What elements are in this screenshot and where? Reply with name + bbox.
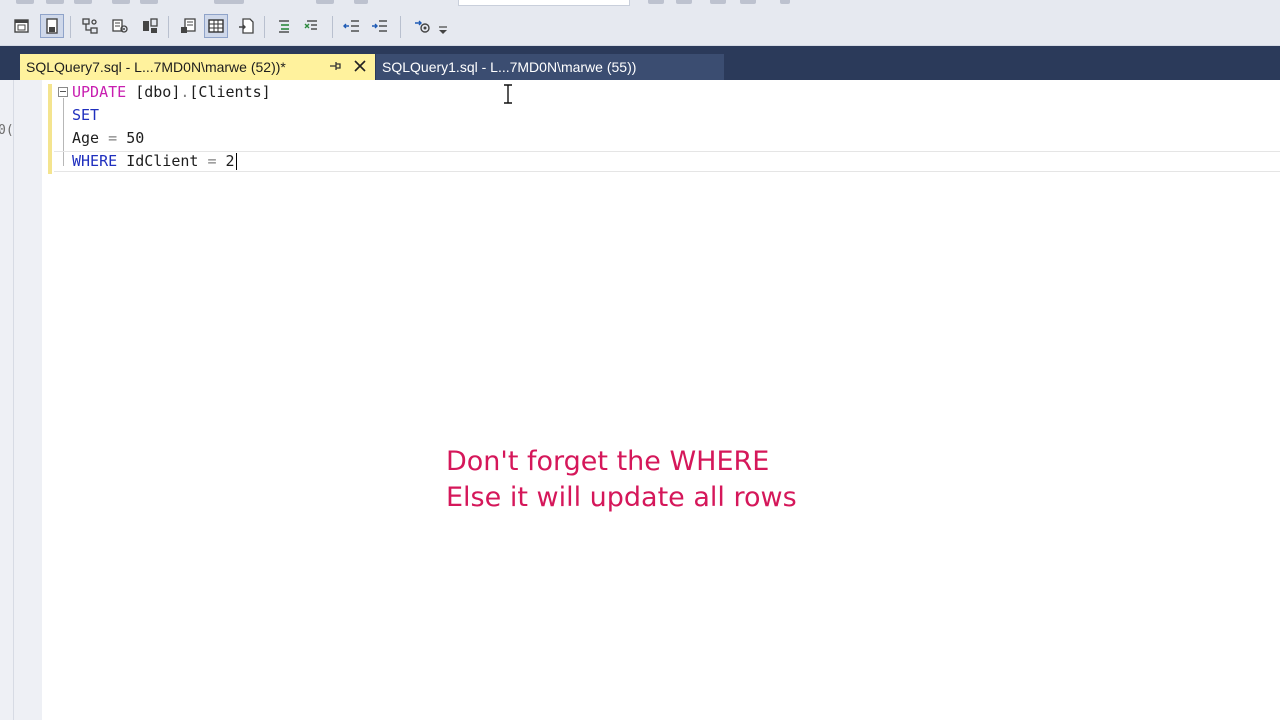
value-2: 2 <box>225 152 235 170</box>
specify-values-icon[interactable] <box>410 14 434 38</box>
query-editor[interactable]: UPDATE [dbo].[Clients] SET Age = 50 WHER… <box>14 80 1280 720</box>
keyword-update: UPDATE <box>72 83 127 101</box>
increase-indent-icon[interactable] <box>368 14 392 38</box>
object-explorer-edge: 0( <box>0 80 14 720</box>
current-line-highlight <box>54 151 1280 172</box>
table-name: [Clients] <box>189 83 271 101</box>
relationships-icon[interactable] <box>78 14 102 38</box>
uncomment-icon[interactable] <box>300 14 324 38</box>
results-to-grid-icon[interactable] <box>204 14 228 38</box>
equals-operator: = <box>207 152 217 170</box>
keyword-where: WHERE <box>72 152 118 170</box>
collapse-toggle[interactable] <box>58 87 68 97</box>
left-strip-glyph: 0( <box>0 123 14 138</box>
new-window-icon[interactable] <box>10 14 34 38</box>
change-tracking-bar <box>48 84 52 174</box>
comment-icon[interactable] <box>272 14 296 38</box>
tutorial-annotation: Don't forget the WHERE Else it will upda… <box>446 444 797 516</box>
keyword-set: SET <box>72 106 100 124</box>
tab-label: SQLQuery1.sql - L...7MD0N\marwe (55)) <box>382 59 637 75</box>
code-line-2[interactable]: SET <box>72 104 99 126</box>
schema-name: [dbo] <box>135 83 181 101</box>
document-tab-well: SQLQuery7.sql - L...7MD0N\marwe (52))* S… <box>0 46 1280 80</box>
sql-editor-toolbar <box>0 8 1280 46</box>
text-caret <box>235 153 237 170</box>
column-idclient: IdClient <box>126 152 199 170</box>
decrease-indent-icon[interactable] <box>340 14 364 38</box>
pin-icon[interactable] <box>327 58 343 74</box>
display-plan-icon[interactable] <box>138 14 162 38</box>
code-line-4[interactable]: WHERE IdClient = 2 <box>72 150 237 172</box>
code-line-3[interactable]: Age = 50 <box>72 127 144 149</box>
toolbar-overflow-icon[interactable] <box>436 14 450 38</box>
tab-sqlquery1[interactable]: SQLQuery1.sql - L...7MD0N\marwe (55)) <box>376 54 724 80</box>
tab-sqlquery7[interactable]: SQLQuery7.sql - L...7MD0N\marwe (52))* <box>20 54 375 80</box>
tab-label: SQLQuery7.sql - L...7MD0N\marwe (52))* <box>26 59 286 75</box>
annotation-line-2: Else it will update all rows <box>446 482 797 513</box>
close-icon[interactable] <box>352 58 368 74</box>
upper-toolbar-strip <box>0 0 1280 8</box>
results-to-file-icon[interactable] <box>234 14 258 38</box>
column-age: Age <box>72 129 100 147</box>
save-icon[interactable] <box>40 14 64 38</box>
value-50: 50 <box>126 129 145 147</box>
code-line-1[interactable]: UPDATE [dbo].[Clients] <box>72 81 271 103</box>
ibeam-cursor-icon <box>504 84 512 104</box>
results-to-text-icon[interactable] <box>176 14 200 38</box>
query-options-icon[interactable] <box>108 14 132 38</box>
annotation-line-1: Don't forget the WHERE <box>446 446 770 477</box>
equals-operator: = <box>108 129 118 147</box>
editor-gutter <box>14 80 42 720</box>
